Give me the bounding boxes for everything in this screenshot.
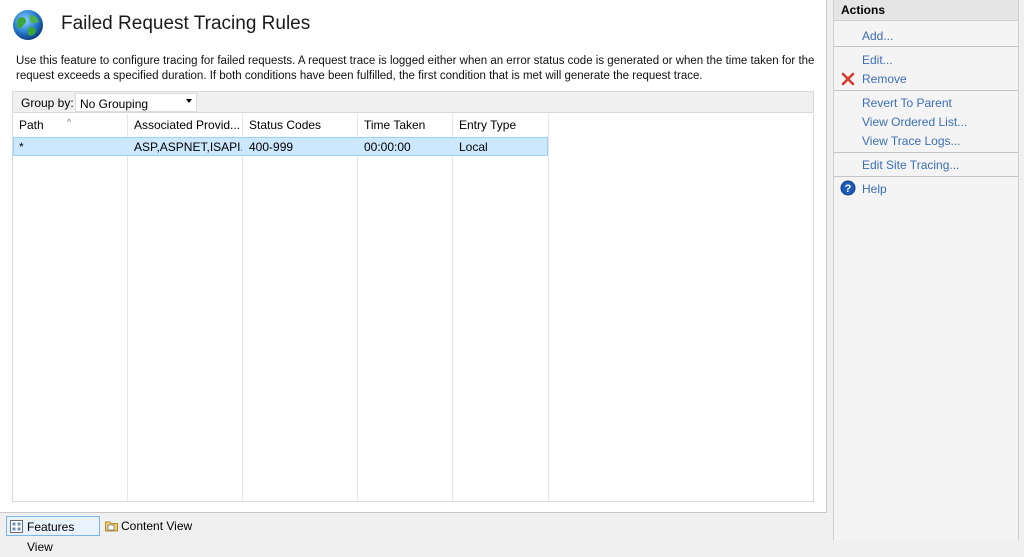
page-description: Use this feature to configure tracing fo… — [16, 55, 815, 82]
column-header-path[interactable]: Path ^ — [13, 114, 127, 136]
tab-features-view[interactable]: Features View — [6, 516, 100, 554]
divider — [834, 152, 1018, 153]
view-switcher: Features View Content View — [0, 514, 827, 554]
column-header-providers[interactable]: Associated Provid... — [128, 114, 242, 136]
divider — [834, 176, 1018, 177]
view-ordered-list-action[interactable]: View Ordered List... — [862, 115, 967, 129]
column-divider — [127, 114, 128, 501]
column-divider — [357, 114, 358, 501]
remove-action[interactable]: Remove — [862, 72, 907, 86]
column-divider — [242, 114, 243, 501]
content-view-icon — [105, 521, 118, 532]
view-trace-logs-action[interactable]: View Trace Logs... — [862, 134, 961, 148]
help-action[interactable]: Help — [862, 182, 887, 196]
cell-time-taken: 00:00:00 — [364, 140, 411, 154]
edit-action[interactable]: Edit... — [862, 53, 893, 67]
tab-content-view[interactable]: Content View — [102, 516, 196, 536]
remove-icon — [841, 72, 855, 86]
features-view-icon — [10, 520, 23, 533]
add-action[interactable]: Add... — [862, 29, 893, 43]
chevron-down-icon — [186, 99, 192, 103]
group-by-value: No Grouping — [80, 97, 149, 111]
tab-label: Content View — [121, 519, 193, 533]
edit-site-tracing-action[interactable]: Edit Site Tracing... — [862, 158, 959, 172]
main-panel: Failed Request Tracing Rules Use this fe… — [0, 0, 827, 513]
page-title: Failed Request Tracing Rules — [61, 13, 311, 34]
globe-icon — [13, 10, 43, 40]
divider — [834, 90, 1018, 91]
tab-label: Features View — [27, 520, 75, 554]
group-by-bar: Group by: No Grouping — [12, 91, 814, 113]
sort-caret-icon: ^ — [67, 117, 72, 127]
column-divider — [548, 114, 549, 501]
cell-providers: ASP,ASPNET,ISAPI... — [134, 140, 242, 154]
help-icon: ? — [840, 180, 856, 196]
column-header-entry-type[interactable]: Entry Type — [453, 114, 548, 136]
column-header-label: Path — [19, 118, 44, 132]
cell-path: * — [19, 140, 24, 154]
group-by-dropdown[interactable]: No Grouping — [75, 93, 197, 112]
column-divider — [452, 114, 453, 501]
divider — [834, 46, 1018, 47]
cell-entry-type: Local — [459, 140, 488, 154]
revert-to-parent-action[interactable]: Revert To Parent — [862, 96, 952, 110]
column-header-status-codes[interactable]: Status Codes — [243, 114, 357, 136]
group-by-label: Group by: — [21, 96, 74, 110]
actions-pane: Actions Add... Edit... Remove Revert To … — [833, 0, 1019, 540]
rules-table: Path ^ Associated Provid... Status Codes… — [12, 114, 814, 502]
svg-text:?: ? — [845, 183, 852, 195]
actions-header: Actions — [834, 0, 1018, 21]
cell-status-codes: 400-999 — [249, 140, 294, 154]
column-header-time-taken[interactable]: Time Taken — [358, 114, 452, 136]
